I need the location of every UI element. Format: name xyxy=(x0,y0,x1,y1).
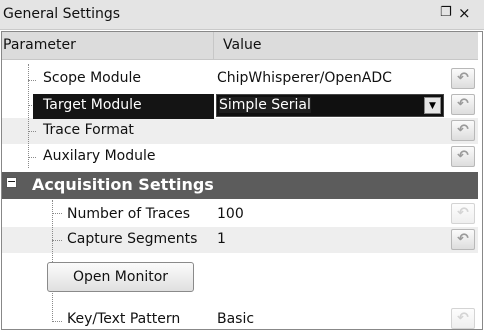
chevron-down-icon[interactable]: ▼ xyxy=(424,97,441,114)
group-title: Acquisition Settings xyxy=(32,175,214,194)
header-parameter[interactable]: Parameter xyxy=(2,32,214,60)
undo-icon[interactable]: ↶ xyxy=(451,229,475,250)
header-parameter-label: Parameter xyxy=(3,37,76,53)
column-header: Parameter Value xyxy=(2,32,478,60)
float-window-icon[interactable]: ❐ xyxy=(440,5,456,23)
tree-branch xyxy=(52,240,62,241)
target-module-value: Simple Serial xyxy=(219,97,311,113)
capture-segments-value[interactable]: 1 xyxy=(217,231,226,247)
open-monitor-button[interactable]: Open Monitor xyxy=(47,262,194,292)
target-module-label: Target Module xyxy=(43,97,142,113)
capture-segments-label: Capture Segments xyxy=(67,231,198,247)
scope-module-label: Scope Module xyxy=(43,70,142,86)
tree-branch xyxy=(52,213,62,214)
group-acquisition-settings[interactable]: Acquisition Settings xyxy=(2,172,478,199)
key-text-pattern-value[interactable]: Basic xyxy=(217,311,254,327)
collapse-icon[interactable]: − xyxy=(6,176,17,188)
tree-branch xyxy=(28,80,36,81)
undo-icon[interactable]: ↶ xyxy=(451,68,475,89)
header-value-label: Value xyxy=(223,37,262,53)
num-traces-value[interactable]: 100 xyxy=(217,206,244,222)
undo-icon[interactable]: ↶ xyxy=(451,146,475,167)
undo-icon[interactable]: ↶ xyxy=(451,94,475,115)
header-value[interactable]: Value xyxy=(215,32,478,60)
auxiliary-module-label: Auxilary Module xyxy=(43,148,156,164)
scope-module-value[interactable]: ChipWhisperer/OpenADC xyxy=(217,70,392,86)
undo-icon[interactable]: ↶ xyxy=(451,120,475,141)
tree-branch xyxy=(28,157,36,158)
tree-guide-line xyxy=(52,200,53,322)
key-text-pattern-label: Key/Text Pattern xyxy=(67,311,181,327)
window-title: General Settings xyxy=(3,6,121,22)
target-module-select[interactable]: Simple Serial ▼ xyxy=(216,94,444,117)
tree-branch xyxy=(52,321,62,322)
close-icon[interactable]: × xyxy=(458,4,474,22)
undo-icon: ↶ xyxy=(451,203,475,224)
trace-format-label: Trace Format xyxy=(43,122,134,138)
undo-icon: ↶ xyxy=(451,308,475,329)
num-traces-label: Number of Traces xyxy=(67,206,191,222)
tree-branch xyxy=(28,131,36,132)
